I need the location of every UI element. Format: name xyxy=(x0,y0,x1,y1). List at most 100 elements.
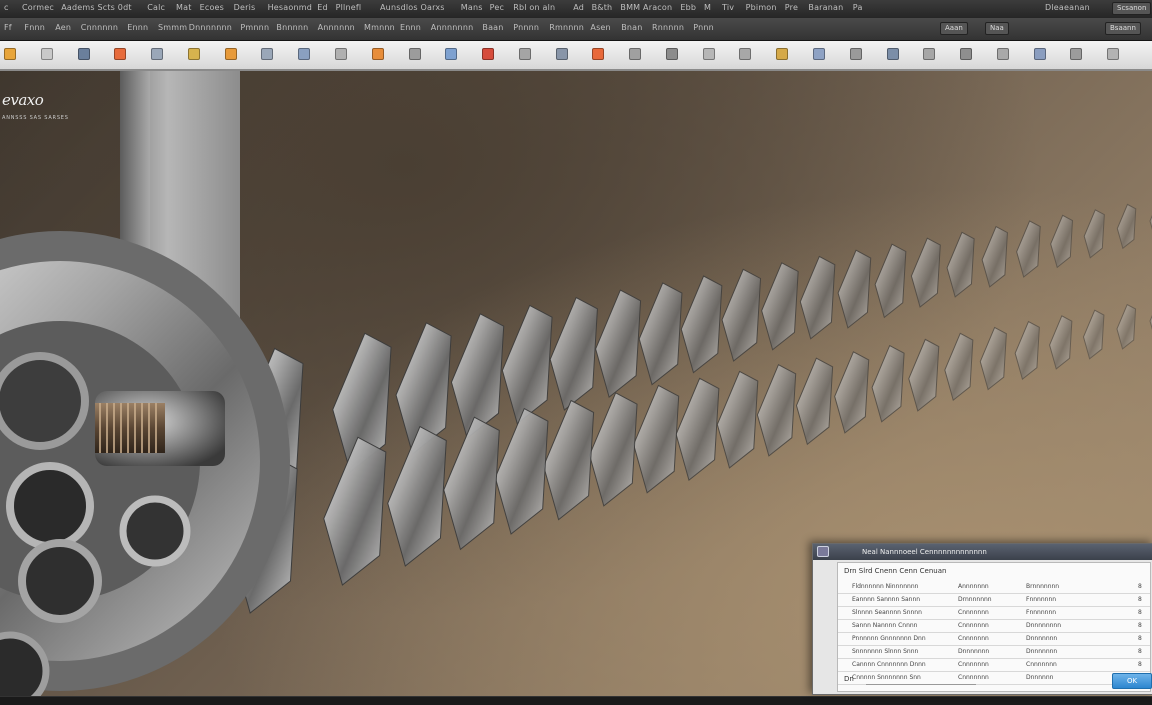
titlebar-item[interactable]: Ed xyxy=(317,3,328,12)
table-row[interactable]: Pnnnnnn Gnnnnnnn Dnn Cnnnnnnn Dnnnnnnn 8 xyxy=(838,633,1150,646)
viewport-logo-subtitle: ANNSSS SAS SARSES xyxy=(2,115,69,121)
redo-icon[interactable] xyxy=(261,48,274,60)
line-icon[interactable] xyxy=(445,48,458,60)
titlebar-item[interactable]: Deris xyxy=(234,3,256,12)
rotate-icon[interactable] xyxy=(371,48,384,60)
menubar-item[interactable]: Rnnnnn xyxy=(652,23,684,32)
table-row[interactable]: Fldnnnnnn Ninnnnnnn Annnnnnn Brnnnnnnn 8 xyxy=(838,581,1150,594)
render-icon[interactable] xyxy=(849,48,862,60)
menubar-button[interactable]: Aaan xyxy=(940,22,968,35)
layer-icon[interactable] xyxy=(813,48,826,60)
table-cell: Cnnnnnnn xyxy=(1026,661,1057,668)
titlebar-item[interactable]: Pre xyxy=(785,3,798,12)
paste-icon[interactable] xyxy=(187,48,200,60)
menubar-item[interactable]: Pnnn xyxy=(693,23,714,32)
titlebar-item[interactable]: Ecoes xyxy=(200,3,224,12)
help-icon[interactable] xyxy=(1033,48,1046,60)
table-row[interactable]: Sannn Nannnn Cnnnn Cnnnnnnn Dnnnnnnnn 8 xyxy=(838,620,1150,633)
titlebar-item[interactable]: Pec xyxy=(490,3,504,12)
titlebar-item[interactable]: Baranan xyxy=(808,3,843,12)
rectangle-icon[interactable] xyxy=(555,48,568,60)
save-icon[interactable] xyxy=(77,48,90,60)
titlebar-item[interactable]: B&th xyxy=(592,3,613,12)
menubar-button[interactable]: Bsaann xyxy=(1105,22,1141,35)
copy-icon[interactable] xyxy=(151,48,164,60)
titlebar-item[interactable]: Mat xyxy=(176,3,192,12)
pan-icon[interactable] xyxy=(923,48,936,60)
menubar-item[interactable]: Ennn xyxy=(127,23,148,32)
circle-icon[interactable] xyxy=(518,48,531,60)
table-row[interactable]: Snnnnnnn Slnnn Snnn Dnnnnnnn Dnnnnnnn 8 xyxy=(838,646,1150,659)
titlebar-item[interactable]: Ad xyxy=(573,3,584,12)
table-row[interactable]: Eannnn Sannnn Sannn Drnnnnnnn Fnnnnnnn 8 xyxy=(838,594,1150,607)
extrude-icon[interactable] xyxy=(592,48,605,60)
menubar-item[interactable]: Cnnnnnn xyxy=(81,23,118,32)
menubar-item[interactable]: Smmm xyxy=(158,23,187,32)
titlebar-item[interactable]: Aadems Scts 0dt xyxy=(61,3,132,12)
menubar-item[interactable]: Rmnnnn xyxy=(549,23,584,32)
menubar-item[interactable]: Mmnnn xyxy=(364,23,395,32)
new-file-icon[interactable] xyxy=(4,48,16,60)
menubar-button[interactable]: Naa xyxy=(985,22,1009,35)
snap-icon[interactable] xyxy=(1107,48,1120,60)
titlebar-item[interactable]: Pa xyxy=(853,3,863,12)
table-cell: 8 xyxy=(1138,635,1142,642)
titlebar-item[interactable]: M xyxy=(704,3,711,12)
titlebar-item[interactable]: c xyxy=(4,3,9,12)
orbit-icon[interactable] xyxy=(960,48,973,60)
titlebar-item[interactable]: Pllnefl xyxy=(336,3,362,12)
properties-dialog[interactable]: Neal Nannnoeel Cennnnnnnnnnnnn Drn Slrd … xyxy=(812,543,1152,695)
cut-icon[interactable] xyxy=(114,48,127,60)
ok-button[interactable]: OK xyxy=(1112,673,1152,689)
dialog-footer-field[interactable] xyxy=(866,676,976,685)
menubar-item[interactable]: Aen xyxy=(55,23,71,32)
table-row[interactable]: Slnnnn Seannnn Snnnn Cnnnnnnn Fnnnnnnn 8 xyxy=(838,607,1150,620)
menubar-item[interactable]: Pmnnn xyxy=(240,23,269,32)
gear-tooth xyxy=(908,338,940,412)
menubar-item[interactable]: Annnnnn xyxy=(318,23,355,32)
chamfer-icon[interactable] xyxy=(702,48,715,60)
titlebar-item[interactable]: BMM Aracon xyxy=(620,3,672,12)
menubar-item[interactable]: Fnnn xyxy=(24,23,45,32)
scale-icon[interactable] xyxy=(408,48,421,60)
gear-icon[interactable] xyxy=(739,48,752,60)
undo-icon[interactable] xyxy=(224,48,237,60)
move-icon[interactable] xyxy=(334,48,347,60)
gear-tooth xyxy=(1116,203,1137,250)
zoom-icon[interactable] xyxy=(886,48,899,60)
titlebar-item[interactable]: Pbimon xyxy=(746,3,777,12)
titlebar-item[interactable]: Mans xyxy=(461,3,483,12)
titlebar-item[interactable]: Cormec xyxy=(22,3,54,12)
menubar-item[interactable]: Bnan xyxy=(621,23,642,32)
table-cell: 8 xyxy=(1138,609,1142,616)
settings-icon[interactable] xyxy=(996,48,1009,60)
select-icon[interactable] xyxy=(298,48,311,60)
menubar-item[interactable]: Asen xyxy=(590,23,610,32)
menubar-item[interactable]: Bnnnnn xyxy=(276,23,308,32)
revolve-icon[interactable] xyxy=(629,48,642,60)
titlebar-item[interactable]: Tiv xyxy=(722,3,734,12)
grid-icon[interactable] xyxy=(1070,48,1083,60)
menubar-item[interactable]: Baan xyxy=(482,23,503,32)
menubar-item[interactable]: Dnnnnnnn xyxy=(189,23,232,32)
titlebar-item[interactable]: Hesaonmd xyxy=(268,3,312,12)
fillet-icon[interactable] xyxy=(665,48,678,60)
table-cell: 8 xyxy=(1138,648,1142,655)
table-row[interactable]: Cannnn Cnnnnnnn Dnnn Cnnnnnnn Cnnnnnnn 8 xyxy=(838,659,1150,672)
menubar-item[interactable]: Pnnnn xyxy=(513,23,539,32)
open-icon[interactable] xyxy=(40,48,53,60)
titlebar-right-button[interactable]: Scsanon xyxy=(1112,2,1152,15)
menubar-item[interactable]: Ff xyxy=(4,23,12,32)
arc-icon[interactable] xyxy=(482,48,495,60)
measure-icon[interactable] xyxy=(776,48,789,60)
table-cell: Drnnnnnnn xyxy=(958,596,992,603)
viewport-logo: evaxo xyxy=(2,91,44,109)
menubar-item[interactable]: Annnnnnn xyxy=(431,23,474,32)
menubar-item[interactable]: Ennn xyxy=(400,23,421,32)
titlebar-item[interactable]: Calc xyxy=(147,3,165,12)
titlebar-item[interactable]: Rbl on aln xyxy=(513,3,555,12)
titlebar-item[interactable]: Ebb xyxy=(680,3,696,12)
gear-tooth xyxy=(589,392,638,507)
titlebar-item[interactable]: Aunsdlos Oarxs xyxy=(380,3,445,12)
gear-tooth xyxy=(871,344,905,423)
